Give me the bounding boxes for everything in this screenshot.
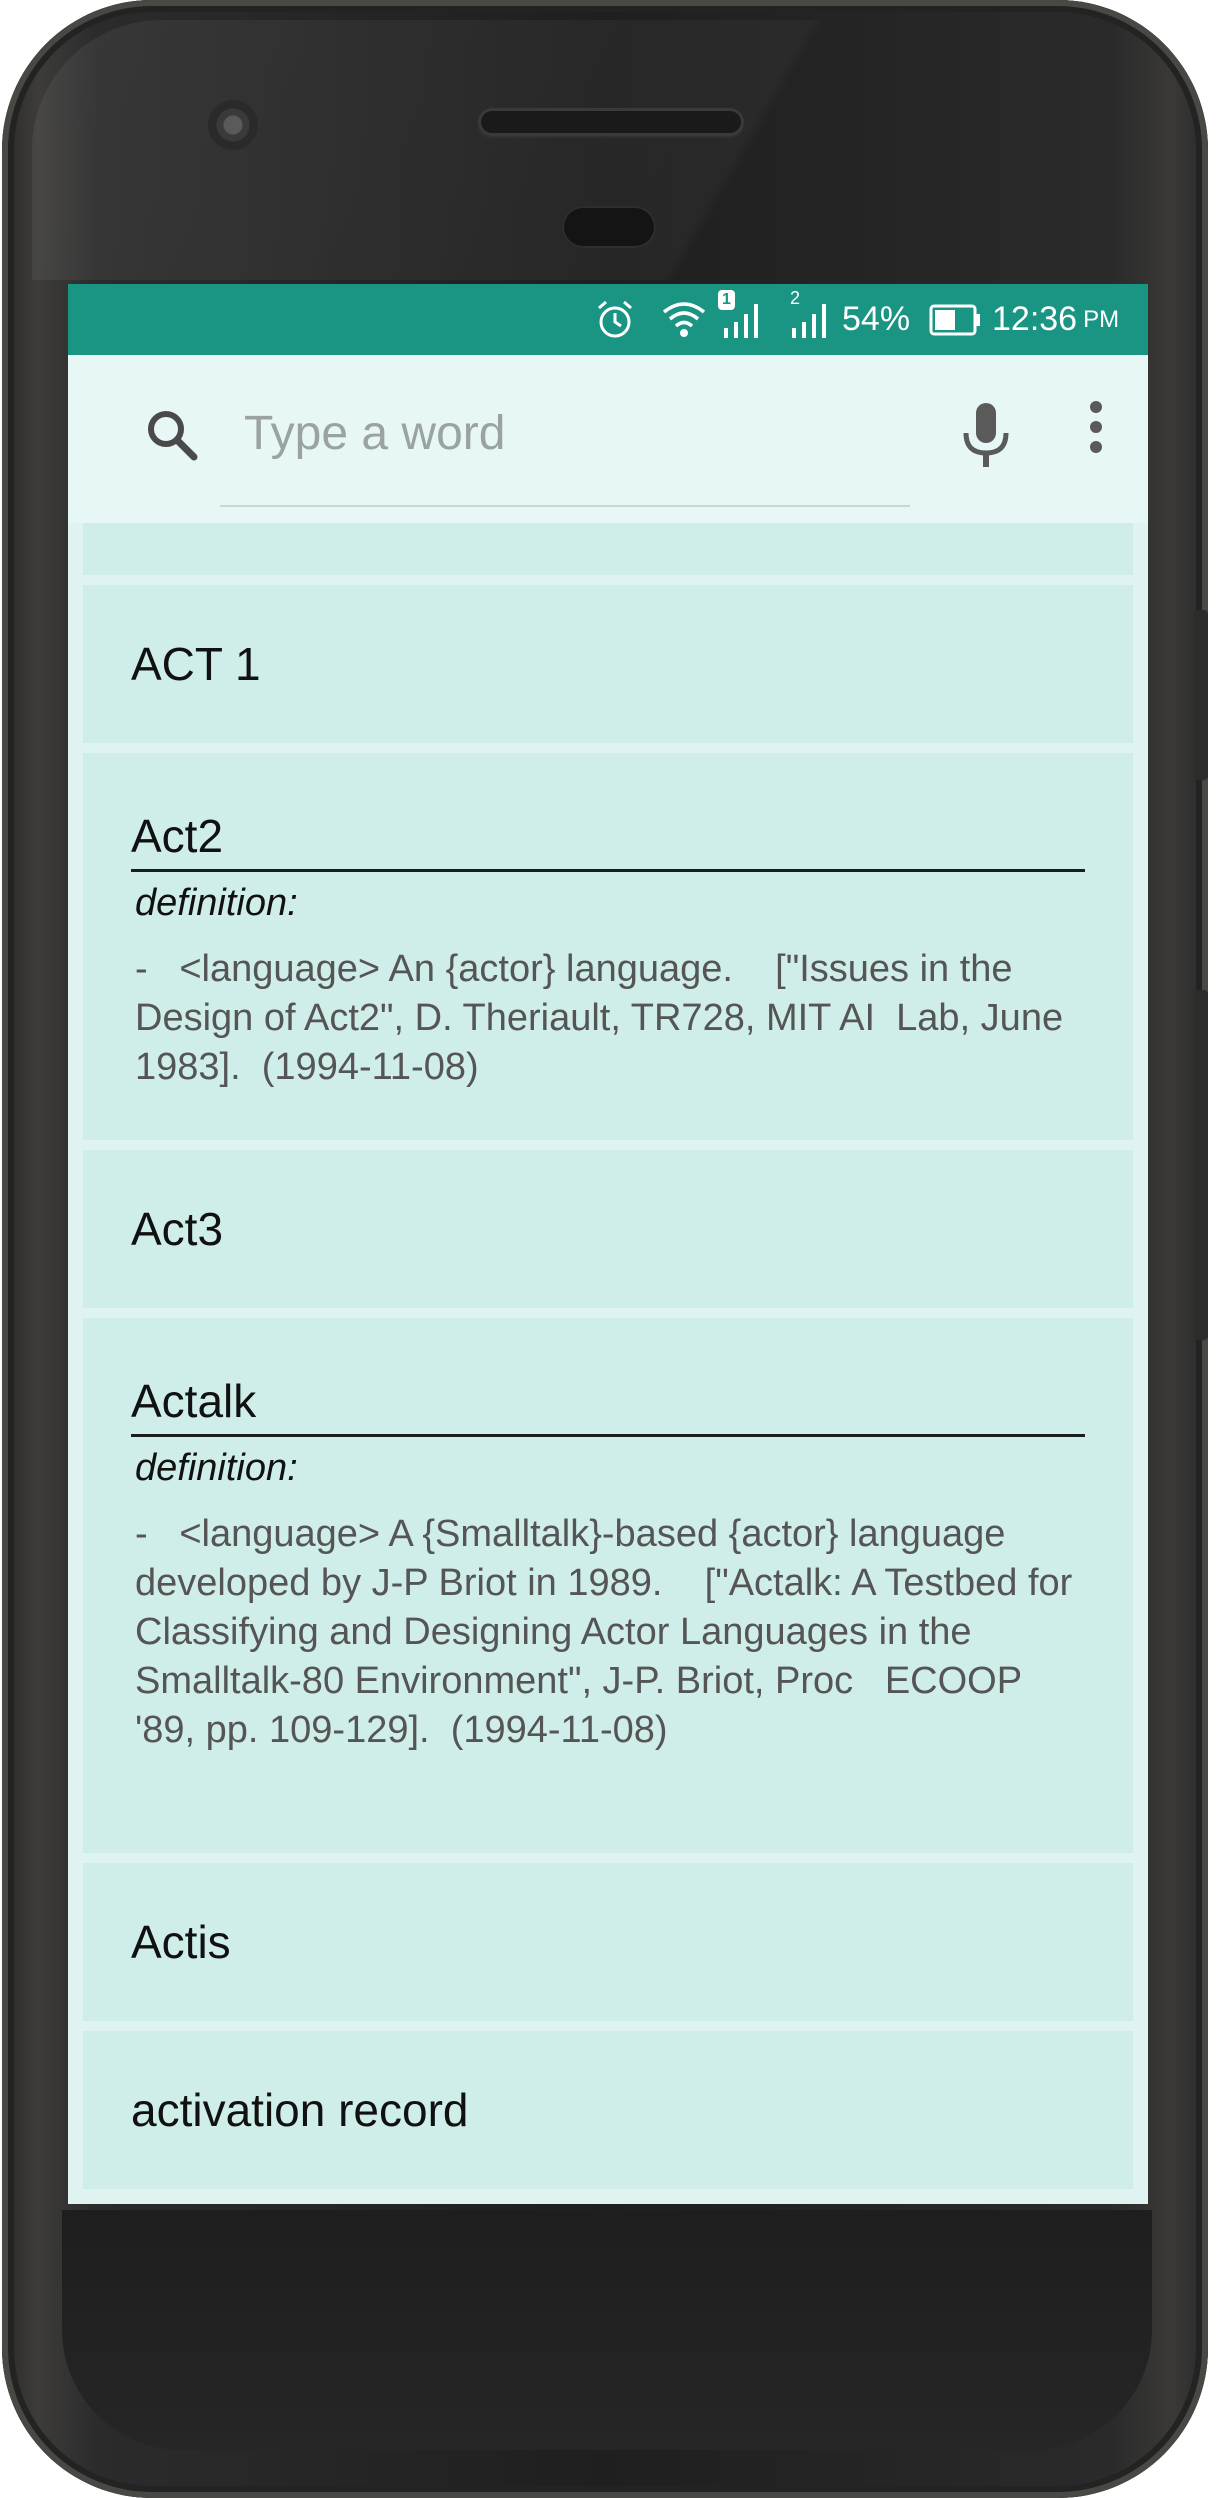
list-item[interactable]: Actalk definition: - <language> A {Small… [83,1318,1133,1853]
list-item[interactable]: Act3 [83,1150,1133,1308]
list-item[interactable]: activation record [83,2031,1133,2189]
entry-word: ACT 1 [131,638,261,690]
search-underline [220,505,910,507]
word-list[interactable]: ACT 1 Act2 definition: - <language> An {… [83,523,1133,2204]
search-icon[interactable] [142,405,202,465]
entry-word: Actalk [131,1374,1085,1437]
phone-chin [62,2210,1152,2450]
list-item[interactable] [83,523,1133,575]
sim2-badge: 2 [790,288,801,308]
screen: 1 2 54% 12:36 PM Type a word ACT 1 Act2 … [68,284,1148,2204]
signal-icon-sim1: 1 [718,284,768,355]
proximity-sensor [562,206,656,248]
entry-word: Act2 [131,809,1085,872]
power-button [1194,990,1208,1340]
entry-word: Actis [131,1916,231,1968]
definition-label: definition: [135,882,298,924]
more-options-icon[interactable] [1086,399,1106,459]
mic-icon[interactable] [956,399,1016,471]
wifi-icon [660,284,708,355]
battery-icon [928,284,984,355]
battery-percent: 54% [842,300,911,338]
front-camera [208,100,258,150]
phone-frame: 1 2 54% 12:36 PM Type a word ACT 1 Act2 … [2,0,1208,2498]
list-item[interactable]: Act2 definition: - <language> An {actor}… [83,753,1133,1140]
entry-word: Act3 [131,1203,224,1255]
volume-button [1194,610,1208,780]
search-input[interactable] [242,397,906,469]
definition-label: definition: [135,1447,298,1489]
clock-ampm: PM [1083,305,1120,333]
earpiece-speaker [478,108,744,136]
alarm-icon [593,284,637,355]
status-bar: 1 2 54% 12:36 PM [68,284,1148,355]
clock: 12:36 PM [992,284,1119,355]
search-bar [68,355,1148,523]
clock-time: 12:36 [992,300,1078,338]
definition-text: - <language> A {Smalltalk}-based {actor}… [135,1513,1083,1751]
sim1-badge: 1 [718,290,735,310]
entry-word: activation record [131,2084,469,2136]
signal-icon-sim2: 2 [786,284,836,355]
list-item[interactable]: ACT 1 [83,585,1133,743]
definition-text: - <language> An {actor} language. ["Issu… [135,948,1074,1088]
list-item[interactable]: Actis [83,1863,1133,2021]
